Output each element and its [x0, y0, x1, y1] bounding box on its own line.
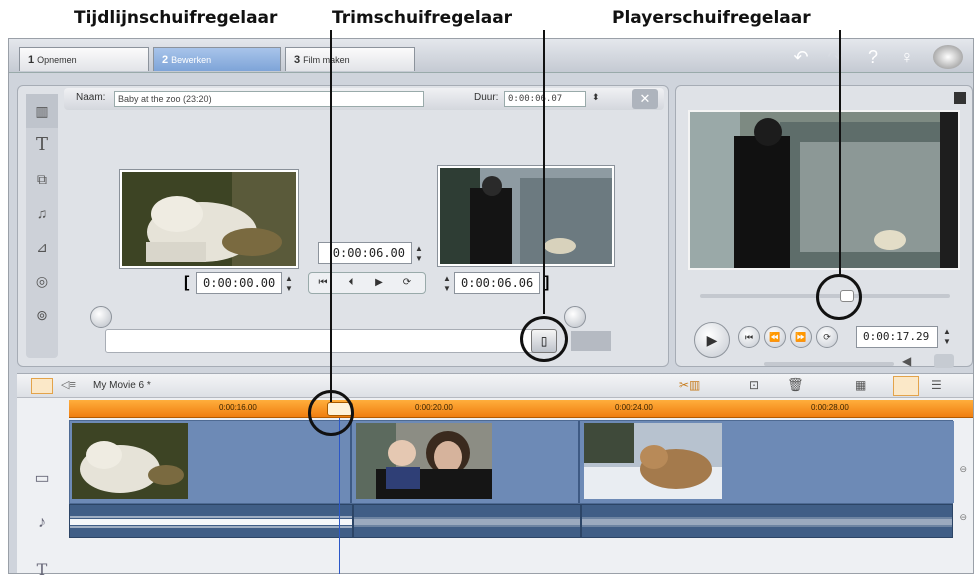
in-bracket-icon: [	[184, 274, 190, 291]
mute-icon[interactable]	[934, 354, 954, 368]
step-back-icon[interactable]: ⏴	[337, 273, 365, 293]
audio-track-lock-icon[interactable]: ⊖	[959, 512, 967, 523]
clip-editor-panel: ▥ T ⧉ ♫ ⊿ ◎ ⊚ Naam: Baby at the zoo (23:…	[17, 85, 669, 367]
end-frame-thumbnail	[438, 166, 614, 266]
timeline-panel: ◁≡ My Movie 6 * ✂▥ ⊡ 🗑 ▦ ☰ 0:00:16.00 0:…	[17, 373, 973, 579]
player-screen	[688, 110, 960, 270]
video-clip[interactable]	[70, 421, 352, 503]
in-point-timecode[interactable]: 0:00:00.00	[196, 272, 282, 294]
go-to-start-icon[interactable]: ⏮	[309, 273, 337, 293]
audio-view-icon[interactable]: ◁≡	[61, 378, 76, 391]
trim-slider-highlight	[520, 316, 568, 362]
clip-header: Naam: Baby at the zoo (23:20) Duur: 0:00…	[64, 88, 664, 110]
video-track	[69, 420, 954, 504]
disc-menu-tool-icon[interactable]: ◎	[26, 264, 58, 298]
video-track-lock-icon[interactable]: ⊖	[959, 464, 967, 475]
callout-player-slider: Playerschuifregelaar	[612, 8, 811, 28]
timeline-slider-pointer	[330, 30, 332, 402]
ruler-mark: 0:00:16.00	[219, 403, 257, 412]
ruler-mark: 0:00:20.00	[415, 403, 453, 412]
timeline-view-icon[interactable]	[893, 376, 919, 396]
toolbox-sidebar: ▥ T ⧉ ♫ ⊿ ◎ ⊚	[26, 94, 58, 358]
transition-tool-icon[interactable]: ⊿	[26, 230, 58, 264]
player-play-button[interactable]: ▶	[694, 322, 730, 358]
center-timecode[interactable]: 0:00:06.00	[318, 242, 412, 264]
timeline-ruler[interactable]: 0:00:16.00 0:00:20.00 0:00:24.00 0:00:28…	[69, 400, 973, 418]
player-frame-image	[690, 112, 958, 268]
tip-bulb-icon[interactable]: ♀	[895, 45, 919, 69]
center-spin-icon[interactable]: ▲ ▼	[414, 244, 424, 264]
effect-tool-icon[interactable]: ⊚	[26, 298, 58, 332]
trim-start-knob[interactable]	[90, 306, 112, 328]
audio-track	[69, 504, 953, 538]
trim-slider-disabled-area	[571, 331, 611, 351]
volume-slider[interactable]	[764, 362, 894, 366]
audio-waveform	[70, 505, 952, 537]
snapshot-icon[interactable]: ⊡	[749, 378, 759, 392]
text-view-icon[interactable]: ☰	[931, 378, 942, 392]
clip-thumbnail-polar-bear	[72, 423, 188, 499]
title-track-icon: T	[36, 560, 48, 579]
duration-field[interactable]: 0:00:06.07	[504, 91, 586, 107]
in-point-spin-icon[interactable]: ▲ ▼	[284, 274, 294, 294]
player-forward-button[interactable]: ⏩	[790, 326, 812, 348]
loop-icon[interactable]: ⟳	[393, 273, 421, 293]
overlay-tool-icon[interactable]: ⧉	[26, 162, 58, 196]
player-slider-pointer	[839, 30, 841, 276]
trim-slider-pointer	[543, 30, 545, 314]
video-clip[interactable]	[582, 421, 954, 503]
timeline-slider-highlight	[308, 390, 354, 436]
player-panel: ▶ ⏮ ⏪ ⏩ ⟳ 0:00:17.29 ▲ ▼ ◀	[675, 85, 973, 368]
out-point-timecode[interactable]: 0:00:06.06	[454, 272, 540, 294]
storyboard-icon[interactable]: ▦	[855, 378, 866, 392]
audio-track-icon: ♪	[38, 514, 46, 531]
duration-label: Duur:	[474, 92, 499, 103]
video-track-icon: ▭	[34, 470, 50, 487]
undo-icon[interactable]: ↶	[789, 45, 813, 69]
player-timecode-spin-icon[interactable]: ▲ ▼	[942, 327, 952, 347]
disc-burn-icon[interactable]	[933, 45, 963, 69]
storyboard-view-icon[interactable]	[31, 378, 53, 394]
play-icon[interactable]: ▶	[365, 273, 393, 293]
tab-bar: 1 Opnemen 2 Bewerken 3 Film maken ↶ ↷ ? ♀	[9, 39, 973, 73]
tab-edit[interactable]: 2 Bewerken	[153, 47, 281, 71]
player-rewind-button[interactable]: ⏪	[764, 326, 786, 348]
timeline-header: ◁≡ My Movie 6 * ✂▥ ⊡ 🗑 ▦ ☰	[17, 374, 973, 398]
delete-icon[interactable]: 🗑	[787, 377, 804, 393]
close-icon[interactable]: ✕	[632, 89, 658, 109]
split-clip-icon[interactable]: ✂▥	[679, 378, 700, 392]
volume-icon[interactable]: ◀	[902, 354, 911, 368]
video-tool-icon[interactable]: ▥	[26, 94, 58, 128]
video-clip[interactable]	[354, 421, 580, 503]
start-frame-thumbnail	[120, 170, 298, 268]
trim-slider-track[interactable]	[105, 329, 541, 353]
sound-tool-icon[interactable]: ♫	[26, 196, 58, 230]
player-slider-highlight	[816, 274, 862, 320]
player-timecode[interactable]: 0:00:17.29	[856, 326, 938, 348]
project-title: My Movie 6 *	[93, 380, 151, 391]
ruler-mark: 0:00:24.00	[615, 403, 653, 412]
timeline-playhead-line[interactable]	[339, 418, 340, 574]
help-icon[interactable]: ?	[861, 45, 885, 69]
name-label: Naam:	[76, 92, 106, 103]
transport-controls: ⏮ ⏴ ▶ ⟳	[308, 272, 426, 294]
redo-icon[interactable]: ↷	[823, 45, 847, 69]
callout-trim-slider: Trimschuifregelaar	[332, 8, 513, 28]
trim-end-knob[interactable]	[564, 306, 586, 328]
clip-thumbnail-lion	[584, 423, 722, 499]
player-go-start-button[interactable]: ⏮	[738, 326, 760, 348]
clip-name-field[interactable]: Baby at the zoo (23:20)	[114, 91, 424, 107]
ruler-mark: 0:00:28.00	[811, 403, 849, 412]
polar-bear-image	[122, 172, 296, 266]
tab-record[interactable]: 1 Opnemen	[19, 47, 149, 71]
title-tool-icon[interactable]: T	[26, 128, 58, 162]
duration-spin-icon[interactable]: ⬍	[592, 92, 600, 103]
player-loop-button[interactable]: ⟳	[816, 326, 838, 348]
fullscreen-icon[interactable]	[954, 92, 966, 104]
tab-make-movie[interactable]: 3 Film maken	[285, 47, 415, 71]
mother-baby-image	[440, 168, 612, 264]
out-point-spin-icon[interactable]: ▲ ▼	[442, 274, 452, 294]
callout-timeline-slider: Tijdlijnschuifregelaar	[74, 8, 278, 28]
clip-thumbnail-baby	[356, 423, 492, 499]
